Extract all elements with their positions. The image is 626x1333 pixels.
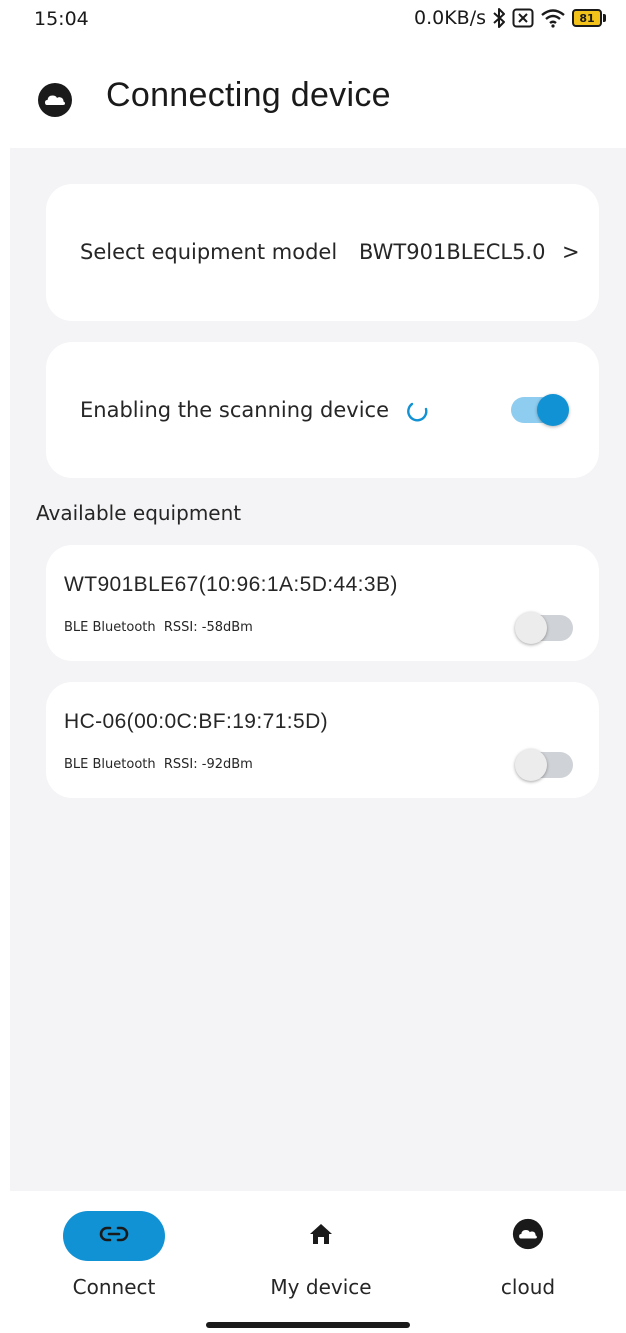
device-type: BLE Bluetooth xyxy=(64,620,156,635)
sim-blocked-icon xyxy=(512,8,534,28)
nav-connect-pill xyxy=(63,1211,165,1261)
device-name: HC-06(00:0C:BF:19:71:5D) xyxy=(64,710,329,733)
device-connect-toggle[interactable] xyxy=(515,612,573,644)
scan-device-label: Enabling the scanning device xyxy=(80,398,390,422)
device-connect-toggle[interactable] xyxy=(515,749,573,781)
equipment-model-value: BWT901BLECL5.0 xyxy=(359,240,546,264)
toggle-knob xyxy=(515,612,547,644)
status-time: 15:04 xyxy=(34,8,89,30)
content-area: Select equipment model BWT901BLECL5.0 > … xyxy=(10,148,626,1191)
scan-device-card: Enabling the scanning device xyxy=(46,342,599,478)
loading-spinner-icon xyxy=(406,399,430,423)
device-meta: BLE Bluetooth RSSI: -58dBm xyxy=(64,620,253,635)
status-bar: 15:04 0.0KB/s 81 xyxy=(0,0,626,40)
network-speed: 0.0KB/s xyxy=(413,7,486,29)
battery-icon: 81 xyxy=(572,9,606,27)
nav-my-device[interactable]: My device xyxy=(231,1211,411,1299)
chevron-right-icon: > xyxy=(562,240,580,264)
device-rssi: RSSI: -58dBm xyxy=(163,620,253,635)
status-icons: 0.0KB/s 81 xyxy=(414,7,606,29)
nav-cloud[interactable]: cloud xyxy=(438,1211,618,1299)
available-equipment-heading: Available equipment xyxy=(36,501,242,525)
equipment-model-selector[interactable]: Select equipment model BWT901BLECL5.0 > xyxy=(46,184,599,321)
device-name: WT901BLE67(10:96:1A:5D:44:3B) xyxy=(64,573,398,596)
device-type: BLE Bluetooth xyxy=(64,757,156,772)
nav-connect[interactable]: Connect xyxy=(24,1211,204,1299)
toggle-knob xyxy=(537,394,569,426)
device-item[interactable]: HC-06(00:0C:BF:19:71:5D) BLE Bluetooth R… xyxy=(46,682,599,798)
battery-level: 81 xyxy=(579,11,595,25)
page-title: Connecting device xyxy=(106,76,391,114)
wifi-icon xyxy=(540,8,566,28)
toggle-knob xyxy=(515,749,547,781)
nav-cloud-label: cloud xyxy=(500,1275,556,1299)
cloud-icon xyxy=(37,82,73,118)
nav-my-device-label: My device xyxy=(270,1275,372,1299)
nav-device-pill xyxy=(270,1211,372,1261)
device-rssi: RSSI: -92dBm xyxy=(163,757,253,772)
bottom-navigation: Connect My device cloud xyxy=(0,1191,626,1333)
link-icon xyxy=(99,1225,129,1247)
device-item[interactable]: WT901BLE67(10:96:1A:5D:44:3B) BLE Blueto… xyxy=(46,545,599,661)
app-header: Connecting device xyxy=(0,40,626,148)
equipment-model-label: Select equipment model xyxy=(80,240,338,264)
nav-cloud-pill xyxy=(477,1211,579,1261)
nav-connect-label: Connect xyxy=(72,1275,156,1299)
cloud-icon xyxy=(512,1218,544,1254)
home-icon xyxy=(308,1222,334,1250)
device-meta: BLE Bluetooth RSSI: -92dBm xyxy=(64,757,253,772)
scan-toggle[interactable] xyxy=(511,394,569,426)
bluetooth-icon xyxy=(492,7,506,29)
home-indicator[interactable] xyxy=(206,1322,410,1328)
